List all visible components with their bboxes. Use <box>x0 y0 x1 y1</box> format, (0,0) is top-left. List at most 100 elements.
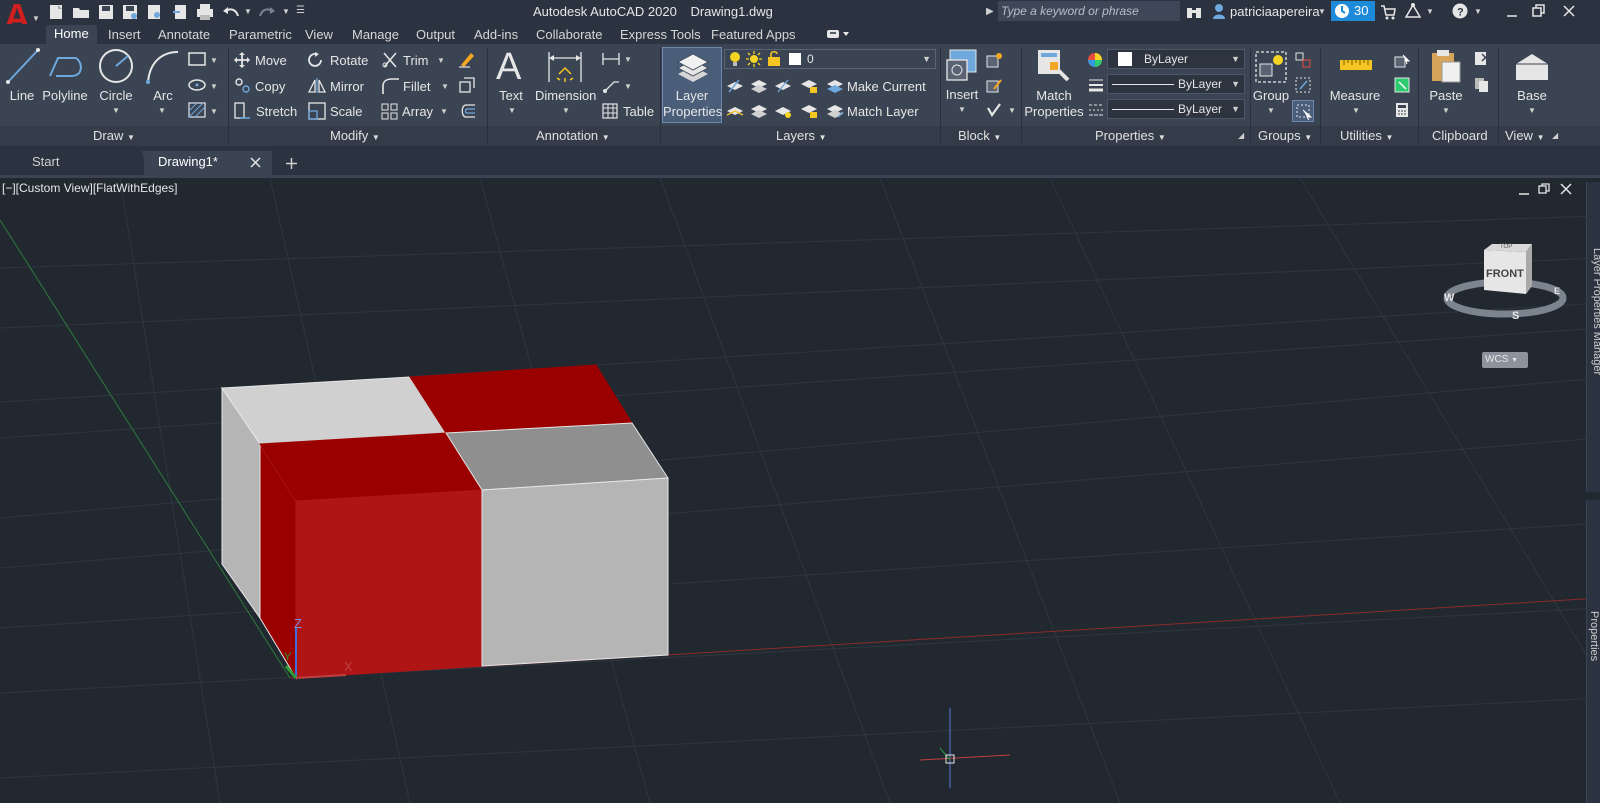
a360-icon[interactable] <box>1404 3 1422 19</box>
fillet-button[interactable]: Fillet <box>403 79 430 94</box>
rotate-button[interactable]: Rotate <box>330 53 368 68</box>
viewport-controls-label[interactable]: [−][Custom View][FlatWithEdges] <box>2 181 178 195</box>
edit-block-icon[interactable] <box>986 77 1002 93</box>
edit-attributes-icon[interactable] <box>986 102 1002 118</box>
minimize-window-icon[interactable] <box>1506 6 1518 18</box>
drawing1-tab[interactable]: Drawing1* <box>144 151 272 175</box>
trim-icon[interactable] <box>381 51 399 69</box>
measure-dropdown-icon[interactable]: ▼ <box>1352 106 1360 115</box>
offset-icon[interactable] <box>458 103 476 119</box>
ribbon-minimize-icon[interactable] <box>826 28 850 40</box>
hatch-dropdown-icon[interactable]: ▼ <box>210 107 218 116</box>
rectangle-dropdown-icon[interactable]: ▼ <box>210 56 218 65</box>
paste-button[interactable]: Paste <box>1426 88 1466 103</box>
compass-east[interactable]: E <box>1554 286 1560 296</box>
scale-icon[interactable] <box>308 102 326 120</box>
tab-output[interactable]: Output <box>408 26 463 44</box>
new-tab-icon[interactable] <box>286 158 297 169</box>
search-input[interactable]: Type a keyword or phrase <box>998 1 1180 21</box>
line-icon[interactable] <box>6 48 40 84</box>
copy-clip-icon[interactable] <box>1474 77 1490 93</box>
leader-icon[interactable] <box>602 78 620 94</box>
user-icon[interactable] <box>1212 3 1226 19</box>
line-button[interactable]: Line <box>7 88 37 103</box>
fillet-icon[interactable] <box>381 77 399 94</box>
utilities-panel-title[interactable]: Utilities ▼ <box>1340 128 1393 143</box>
text-icon[interactable]: A <box>496 46 521 89</box>
select-all-icon[interactable] <box>1394 77 1410 93</box>
tab-view[interactable]: View <box>297 26 341 44</box>
move-icon[interactable] <box>234 52 250 68</box>
trim-button[interactable]: Trim <box>403 53 429 68</box>
copy-button[interactable]: Copy <box>255 79 285 94</box>
text-dropdown-icon[interactable]: ▼ <box>508 106 516 115</box>
stretch-button[interactable]: Stretch <box>256 104 297 119</box>
save-as-icon[interactable] <box>122 4 138 20</box>
explode-icon[interactable] <box>458 77 476 94</box>
layer-freeze-icon[interactable] <box>750 78 768 94</box>
group-button[interactable]: Group <box>1250 88 1292 103</box>
fillet-dropdown-icon[interactable]: ▼ <box>441 82 449 91</box>
polyline-button[interactable]: Polyline <box>42 88 88 103</box>
ellipse-dropdown-icon[interactable]: ▼ <box>210 82 218 91</box>
save-icon[interactable] <box>98 4 114 20</box>
copy-icon[interactable] <box>234 77 251 94</box>
drawing-canvas[interactable]: Z X Y [−][Custom View][FlatWithEdges] FR… <box>0 178 1600 803</box>
dimension-dropdown-icon[interactable]: ▼ <box>562 106 570 115</box>
stretch-icon[interactable] <box>234 102 251 120</box>
insert-block-icon[interactable] <box>946 48 980 82</box>
tab-annotate[interactable]: Annotate <box>150 26 218 44</box>
qat-customize-icon[interactable]: ☰ <box>296 5 305 16</box>
compass-south[interactable]: S <box>1512 310 1519 322</box>
draw-panel-title[interactable]: Draw ▼ <box>93 128 135 143</box>
groups-panel-title[interactable]: Groups ▼ <box>1258 128 1312 143</box>
array-button[interactable]: Array <box>402 104 433 119</box>
layer-match-icon[interactable] <box>726 103 744 119</box>
viewport-minimize-icon[interactable] <box>1518 184 1530 196</box>
layer-properties-button[interactable]: Layer Properties <box>662 47 722 123</box>
ellipse-icon[interactable] <box>188 78 206 92</box>
match-layer-icon[interactable] <box>826 103 844 119</box>
tab-collaborate[interactable]: Collaborate <box>528 26 611 44</box>
mirror-icon[interactable] <box>308 77 326 94</box>
layer-dropdown[interactable]: 0 ▼ <box>724 49 936 69</box>
paste-dropdown-icon[interactable]: ▼ <box>1442 106 1450 115</box>
table-button[interactable]: Table <box>623 104 654 119</box>
undo-dropdown-icon[interactable]: ▼ <box>244 7 252 16</box>
layer-isolate-icon[interactable] <box>726 78 744 94</box>
viewcube[interactable]: FRONT TOP W S E <box>1440 240 1570 330</box>
scale-button[interactable]: Scale <box>330 104 363 119</box>
layer-unlock-all-icon[interactable] <box>800 103 818 119</box>
tab-parametric[interactable]: Parametric <box>221 26 300 44</box>
user-name[interactable]: patriciaapereira <box>1230 4 1320 19</box>
open-file-icon[interactable] <box>72 4 90 20</box>
redo-icon[interactable] <box>258 4 276 20</box>
undo-icon[interactable] <box>222 4 240 20</box>
side-palette-layer-properties[interactable]: Layer Properties Manager <box>1586 182 1600 492</box>
group-edit-icon[interactable] <box>1295 77 1311 93</box>
new-file-icon[interactable] <box>48 4 64 20</box>
base-button[interactable]: Base <box>1512 88 1552 103</box>
match-layer-button[interactable]: Match Layer <box>847 104 919 119</box>
make-current-icon[interactable] <box>826 78 844 94</box>
tab-featured-apps[interactable]: Featured Apps <box>703 26 804 44</box>
viewcube-front-face[interactable]: FRONT <box>1486 268 1524 280</box>
arc-icon[interactable] <box>146 50 180 84</box>
layer-thaw-all-icon[interactable] <box>774 103 792 119</box>
arc-dropdown-icon[interactable]: ▼ <box>158 106 166 115</box>
layer-previous-icon[interactable] <box>750 103 768 119</box>
tab-add-ins[interactable]: Add-ins <box>466 26 526 44</box>
table-icon[interactable] <box>602 103 618 119</box>
array-dropdown-icon[interactable]: ▼ <box>440 107 448 116</box>
match-properties-label-2[interactable]: Properties <box>1024 104 1084 119</box>
help-dropdown-icon[interactable]: ▼ <box>1474 7 1482 16</box>
calculator-icon[interactable] <box>1394 102 1410 118</box>
group-icon[interactable] <box>1254 50 1288 84</box>
edit-attributes-dropdown-icon[interactable]: ▼ <box>1008 106 1016 115</box>
start-tab[interactable]: Start <box>18 151 144 175</box>
base-dropdown-icon[interactable]: ▼ <box>1528 106 1536 115</box>
array-icon[interactable] <box>381 103 398 120</box>
properties-panel-title[interactable]: Properties ▼ <box>1095 128 1166 143</box>
insert-dropdown-icon[interactable]: ▼ <box>958 105 966 114</box>
properties-dialog-launcher-icon[interactable]: ◢ <box>1238 131 1244 140</box>
